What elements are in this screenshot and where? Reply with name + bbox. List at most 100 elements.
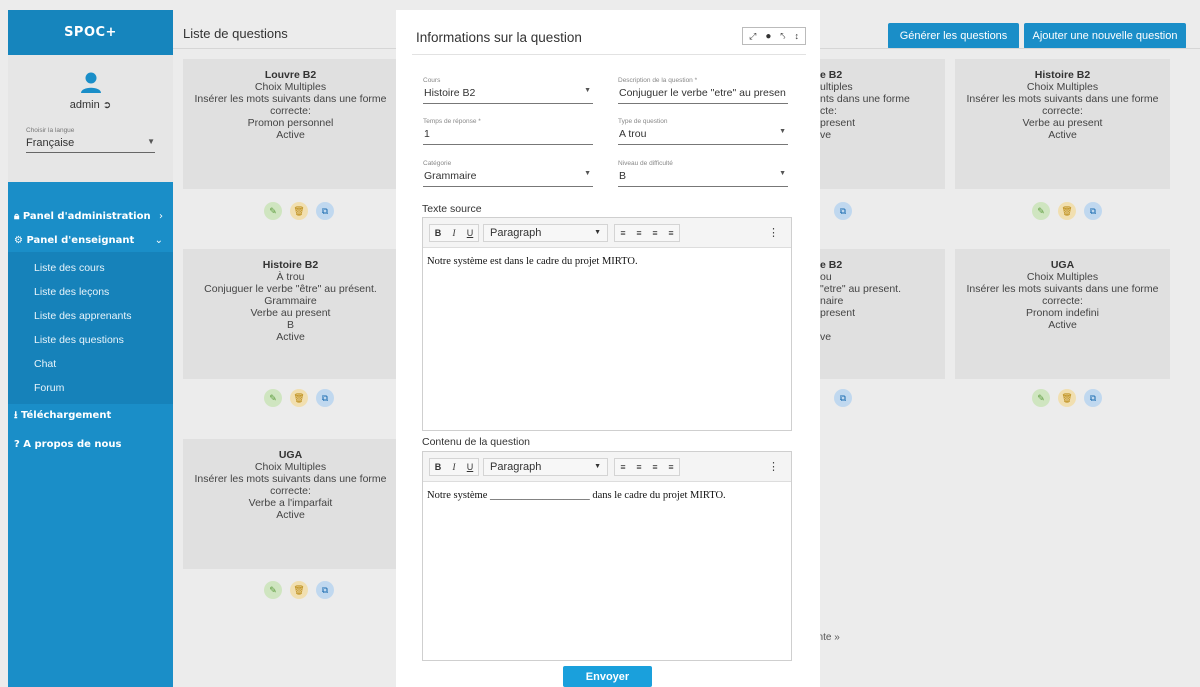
dot-icon[interactable]: ● (765, 31, 771, 42)
trash-icon[interactable]: 🗑︎ (1058, 202, 1076, 220)
edit-icon[interactable]: ✎ (264, 202, 282, 220)
brand-logo[interactable]: SPOC+ (8, 10, 173, 55)
align-group: ≡ ≡ ≡ ≡ (614, 223, 680, 242)
sidebar-item-lessons[interactable]: Liste des leçons (8, 280, 173, 304)
card-line: cte: (820, 105, 837, 117)
modal-tools: ⤢ ● ⤣ ↕ (742, 27, 806, 45)
edit-icon[interactable]: ✎ (1032, 389, 1050, 407)
source-text-content[interactable]: Notre système est dans le cadre du proje… (423, 248, 791, 275)
align-left-icon[interactable]: ≡ (615, 225, 631, 241)
align-left-icon[interactable]: ≡ (615, 459, 631, 475)
chevron-right-icon: › (159, 210, 163, 222)
sidebar-item-courses[interactable]: Liste des cours (8, 256, 173, 280)
copy-icon[interactable]: ⧉ (316, 389, 334, 407)
difficulty-label: Niveau de difficulté (618, 160, 673, 167)
generate-questions-button[interactable]: Générer les questions (888, 23, 1019, 49)
card-line: Active (276, 509, 305, 521)
nav-download[interactable]: ⭳ Téléchargement (8, 404, 173, 428)
align-right-icon[interactable]: ≡ (647, 459, 663, 475)
card-line: correcte: (270, 105, 311, 117)
question-content-label: Contenu de la question (422, 436, 530, 448)
copy-icon[interactable]: ⧉ (834, 202, 852, 220)
logout-icon[interactable]: ➲ (103, 100, 111, 111)
copy-icon[interactable]: ⧉ (1084, 202, 1102, 220)
card-title: e B2 (820, 259, 843, 271)
language-select[interactable]: Française ▼ (26, 137, 155, 153)
user-panel: admin ➲ Choisir la langue Française ▼ (8, 55, 173, 182)
edit-icon[interactable]: ✎ (1032, 202, 1050, 220)
card-line: nts dans une forme (820, 93, 910, 105)
nav-admin-panel[interactable]: 🔒︎ Panel d'administration › (8, 204, 173, 228)
underline-button[interactable]: U (462, 225, 478, 241)
sidebar-nav: 🔒︎ Panel d'administration › ⚙ Panel d'en… (8, 182, 173, 456)
copy-icon[interactable]: ⧉ (834, 389, 852, 407)
card-line: Choix Multiples (254, 81, 327, 93)
page-title: Liste de questions (183, 26, 288, 41)
category-label: Catégorie (423, 160, 452, 167)
copy-icon[interactable]: ⧉ (316, 581, 334, 599)
question-card: Louvre B2 Choix Multiples Insérer les mo… (183, 59, 398, 189)
chevron-down-icon: ▼ (779, 170, 786, 177)
chevron-down-icon: ⌄ (154, 234, 163, 246)
card-line: Verbe a l'imparfait (248, 497, 333, 509)
nav-teacher-panel[interactable]: ⚙ Panel d'enseignant ⌄ (8, 228, 173, 252)
align-justify-icon[interactable]: ≡ (663, 459, 679, 475)
format-group: B I U (429, 457, 479, 476)
question-card: UGA Choix Multiples Insérer les mots sui… (183, 439, 398, 569)
sidebar: SPOC+ admin ➲ Choisir la langue Français… (8, 10, 173, 687)
card-line: present (820, 117, 856, 129)
align-center-icon[interactable]: ≡ (631, 459, 647, 475)
question-card: e B2 ultiples nts dans une forme cte: pr… (820, 59, 945, 189)
submit-button[interactable]: Envoyer (563, 666, 652, 687)
sidebar-item-chat[interactable]: Chat (8, 352, 173, 376)
sidebar-item-learners[interactable]: Liste des apprenants (8, 304, 173, 328)
question-type-value: A trou (619, 128, 647, 140)
card-line: correcte: (1042, 295, 1083, 307)
paragraph-select[interactable]: Paragraph ▼ (483, 457, 608, 476)
align-center-icon[interactable]: ≡ (631, 225, 647, 241)
more-options-icon[interactable]: ⋮ (768, 226, 779, 239)
question-card: Histoire B2 À trou Conjuguer le verbe "ê… (183, 249, 398, 379)
bold-button[interactable]: B (430, 459, 446, 475)
question-type-field[interactable]: Type de question A trou ▼ (618, 118, 788, 145)
add-question-button[interactable]: Ajouter une nouvelle question (1024, 23, 1186, 49)
underline-button[interactable]: U (462, 459, 478, 475)
card-actions: ⧉ (834, 202, 852, 220)
nav-about[interactable]: ? A propos de nous (8, 432, 173, 456)
italic-button[interactable]: I (446, 459, 462, 475)
card-line: Active (276, 331, 305, 343)
course-field[interactable]: Cours Histoire B2 ▼ (423, 77, 593, 104)
sidebar-item-questions[interactable]: Liste des questions (8, 328, 173, 352)
card-line: ou (820, 271, 832, 283)
bold-button[interactable]: B (430, 225, 446, 241)
sidebar-item-forum[interactable]: Forum (8, 376, 173, 400)
edit-icon[interactable]: ✎ (264, 389, 282, 407)
more-options-icon[interactable]: ⋮ (768, 460, 779, 473)
trash-icon[interactable]: 🗑︎ (290, 389, 308, 407)
trash-icon[interactable]: 🗑︎ (290, 202, 308, 220)
shrink-icon[interactable]: ⤣ (780, 31, 785, 42)
question-content-text[interactable]: Notre système ___________________ dans l… (423, 482, 791, 509)
expand-icon[interactable]: ⤢ (749, 31, 756, 42)
teacher-submenu: Liste des cours Liste des leçons Liste d… (8, 252, 173, 404)
edit-icon[interactable]: ✎ (264, 581, 282, 599)
description-field[interactable]: Description de la question * Conjuguer l… (618, 77, 788, 104)
difficulty-field[interactable]: Niveau de difficulté B ▼ (618, 160, 788, 187)
resize-vertical-icon[interactable]: ↕ (795, 31, 800, 41)
response-time-field[interactable]: Temps de réponse * 1 (423, 118, 593, 145)
align-justify-icon[interactable]: ≡ (663, 225, 679, 241)
italic-button[interactable]: I (446, 225, 462, 241)
copy-icon[interactable]: ⧉ (1084, 389, 1102, 407)
card-line: Promon personnel (247, 117, 334, 129)
card-title: UGA (1050, 259, 1075, 271)
copy-icon[interactable]: ⧉ (316, 202, 334, 220)
paragraph-select[interactable]: Paragraph ▼ (483, 223, 608, 242)
difficulty-value: B (619, 170, 627, 182)
trash-icon[interactable]: 🗑︎ (290, 581, 308, 599)
align-right-icon[interactable]: ≡ (647, 225, 663, 241)
trash-icon[interactable]: 🗑︎ (1058, 389, 1076, 407)
category-field[interactable]: Catégorie Grammaire ▼ (423, 160, 593, 187)
card-actions: ✎ 🗑︎ ⧉ (1032, 389, 1102, 407)
question-type-label: Type de question (618, 118, 668, 125)
gears-icon: ⚙ (14, 234, 23, 246)
